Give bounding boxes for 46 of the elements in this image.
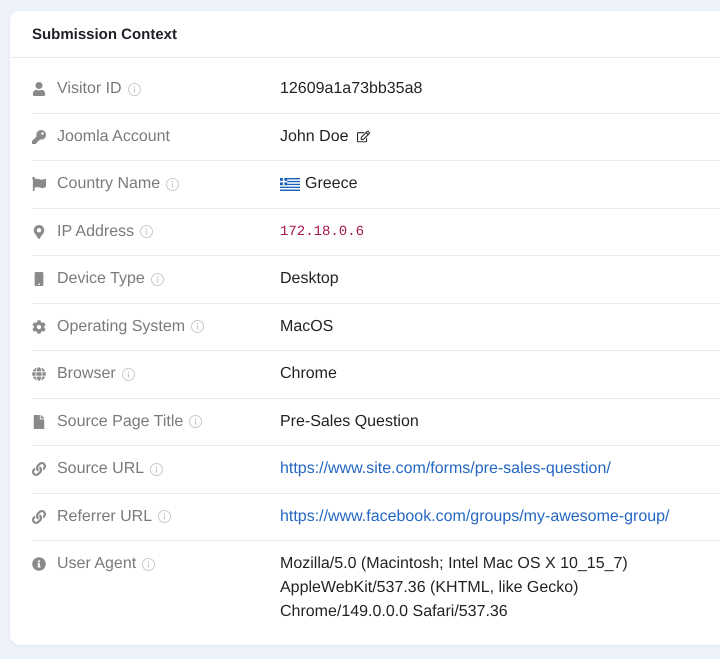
field-value: John Doe: [280, 126, 348, 147]
edit-icon[interactable]: [356, 130, 370, 144]
info-icon[interactable]: [158, 510, 172, 524]
link-icon: [32, 462, 46, 476]
field-value: Chrome: [280, 364, 337, 384]
info-icon[interactable]: [189, 415, 202, 428]
info-icon[interactable]: [150, 272, 164, 286]
field-value: Pre-Sales Question: [280, 412, 419, 432]
card-title: Submission Context: [32, 26, 178, 42]
globe-icon: [32, 367, 46, 382]
url-link[interactable]: https://www.facebook.com/groups/my-awesome-group/: [280, 504, 670, 529]
field-label: Country Name: [57, 174, 160, 194]
field-value: MacOS: [280, 316, 334, 337]
field-value: Mozilla/5.0 (Macintosh; Intel Mac OS X 10_15_7) AppleWebKit/537.36 (KHTML, like Gecko) Chrome/149.0.0.0 Safari/537.36: [280, 554, 629, 622]
info-icon[interactable]: [191, 320, 204, 334]
greek-flag-icon: [280, 178, 300, 191]
info-icon: [32, 557, 46, 572]
location-pin-icon: [32, 224, 46, 239]
info-icon[interactable]: [150, 462, 164, 476]
field-label: Visitor ID: [57, 79, 122, 100]
info-icon[interactable]: [128, 82, 141, 96]
url-link[interactable]: https://www.site.com/forms/pre-sales-question/: [280, 457, 611, 482]
link-icon: [32, 510, 46, 524]
document-icon: [32, 414, 46, 429]
flag-icon: [32, 177, 46, 192]
key-icon: [32, 130, 46, 144]
field-label: Source URL: [57, 459, 144, 480]
gear-icon: [32, 320, 46, 334]
ip-address-value: 172.18.0.6: [280, 222, 364, 242]
field-label: Joomla Account: [57, 126, 170, 147]
field-label: Operating System: [57, 316, 186, 337]
field-label: Referrer URL: [57, 506, 152, 527]
field-value: Greece: [305, 174, 358, 194]
info-icon[interactable]: [166, 178, 180, 191]
field-value: 12609a1a73bb35a8: [280, 79, 422, 100]
user-icon: [32, 82, 46, 96]
field-label: Device Type: [57, 269, 145, 290]
field-label: Source Page Title: [57, 412, 184, 432]
info-icon[interactable]: [142, 558, 156, 571]
info-icon[interactable]: [140, 225, 154, 238]
field-label: IP Address: [57, 222, 134, 242]
info-icon[interactable]: [122, 368, 135, 381]
field-label: Browser: [57, 364, 116, 384]
phone-icon: [32, 272, 46, 286]
field-label: User Agent: [57, 554, 136, 574]
field-value: Desktop: [280, 269, 339, 290]
